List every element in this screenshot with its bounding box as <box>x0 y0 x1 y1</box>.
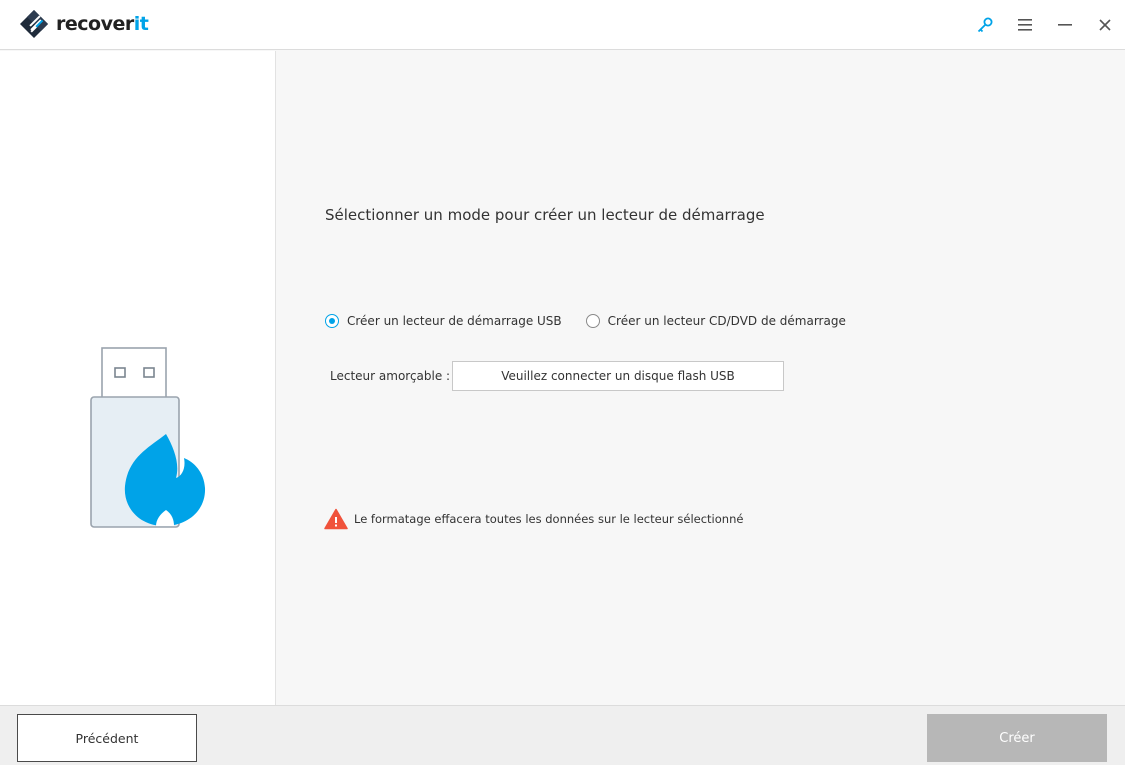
bootable-drive-select[interactable]: Veuillez connecter un disque flash USB <box>452 361 784 391</box>
cd-dvd-option-label: Créer un lecteur CD/DVD de démarrage <box>607 314 846 328</box>
menu-button[interactable] <box>1005 0 1045 50</box>
option-usb[interactable]: Créer un lecteur de démarrage USB <box>325 314 562 328</box>
usb-radio[interactable] <box>325 314 339 328</box>
menu-icon <box>1018 19 1032 31</box>
warning-icon <box>324 508 348 530</box>
close-icon <box>1099 19 1111 31</box>
bootable-drive-label: Lecteur amorçable : <box>330 369 451 383</box>
page-title: Sélectionner un mode pour créer un lecte… <box>325 206 765 224</box>
title-bar: recoverit <box>0 0 1125 50</box>
window-controls <box>965 0 1125 50</box>
previous-button[interactable]: Précédent <box>17 714 197 762</box>
footer-bar: Précédent Créer <box>0 705 1125 765</box>
warning-text: Le formatage effacera toutes les données… <box>354 512 744 526</box>
key-icon <box>977 17 993 33</box>
usb-drive-illustration-icon <box>90 347 206 528</box>
mode-options: Créer un lecteur de démarrage USB Créer … <box>325 314 870 328</box>
cd-dvd-radio[interactable] <box>585 314 600 328</box>
option-cd-dvd[interactable]: Créer un lecteur CD/DVD de démarrage <box>585 314 846 328</box>
format-warning: Le formatage effacera toutes les données… <box>324 508 743 530</box>
minimize-icon <box>1058 24 1072 26</box>
main-panel: Sélectionner un mode pour créer un lecte… <box>277 51 1125 705</box>
app-logo: recoverit <box>18 8 149 40</box>
usb-option-label: Créer un lecteur de démarrage USB <box>347 314 562 328</box>
create-button[interactable]: Créer <box>927 714 1107 762</box>
recoverit-logo-icon <box>20 10 48 38</box>
minimize-button[interactable] <box>1045 0 1085 50</box>
sidebar-panel <box>0 51 276 705</box>
key-button[interactable] <box>965 0 1005 50</box>
close-button[interactable] <box>1085 0 1125 50</box>
app-name: recoverit <box>56 13 149 35</box>
bootable-drive-row: Lecteur amorçable : Veuillez connecter u… <box>330 361 784 391</box>
